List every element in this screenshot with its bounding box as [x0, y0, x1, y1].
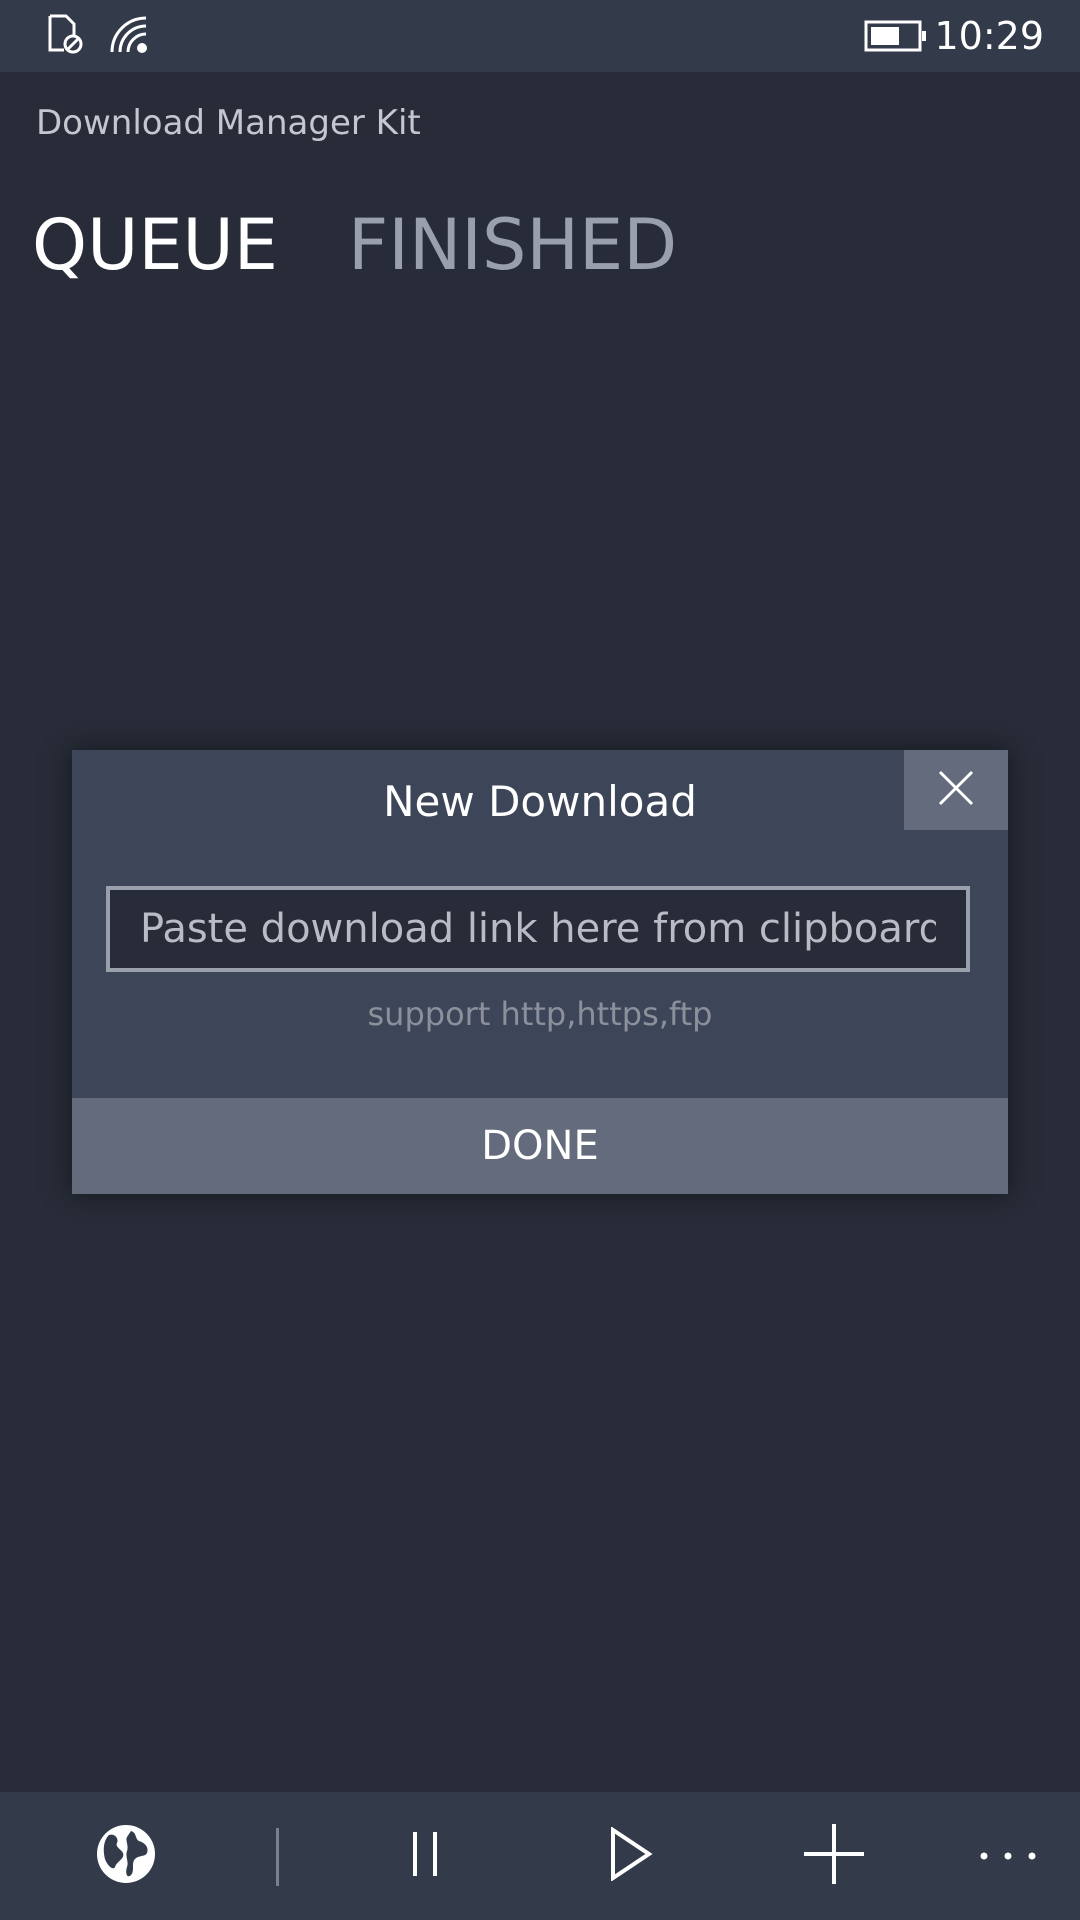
- add-icon: [802, 1822, 866, 1890]
- new-download-dialog: New Download support http,https,ftp DONE: [72, 750, 1008, 1194]
- browser-button[interactable]: [86, 1792, 166, 1920]
- no-sim-icon: [46, 14, 84, 58]
- tab-queue[interactable]: QUEUE: [32, 200, 278, 290]
- battery-icon: [864, 20, 928, 56]
- add-download-button[interactable]: [796, 1792, 872, 1920]
- resume-button[interactable]: [596, 1792, 666, 1920]
- app-title: Download Manager Kit: [36, 103, 421, 143]
- close-icon: [937, 769, 975, 811]
- more-icon: [978, 1847, 1038, 1866]
- dialog-title: New Download: [383, 777, 697, 826]
- app-bar-separator: [276, 1828, 279, 1886]
- download-link-input[interactable]: [106, 886, 970, 972]
- app-bar: [0, 1792, 1080, 1920]
- tab-finished[interactable]: FINISHED: [348, 200, 677, 290]
- done-button[interactable]: DONE: [72, 1098, 1008, 1194]
- pause-icon: [410, 1830, 440, 1882]
- close-button[interactable]: [904, 750, 1008, 830]
- play-icon: [609, 1826, 653, 1885]
- pause-button[interactable]: [390, 1792, 460, 1920]
- status-bar: 10:29: [0, 0, 1080, 72]
- wifi-icon: [108, 14, 152, 58]
- pivot-tabs: QUEUE FINISHED: [32, 200, 677, 290]
- globe-icon: [95, 1823, 157, 1889]
- more-button[interactable]: [972, 1792, 1044, 1920]
- status-time: 10:29: [934, 14, 1044, 58]
- protocol-hint: support http,https,ftp: [367, 995, 713, 1033]
